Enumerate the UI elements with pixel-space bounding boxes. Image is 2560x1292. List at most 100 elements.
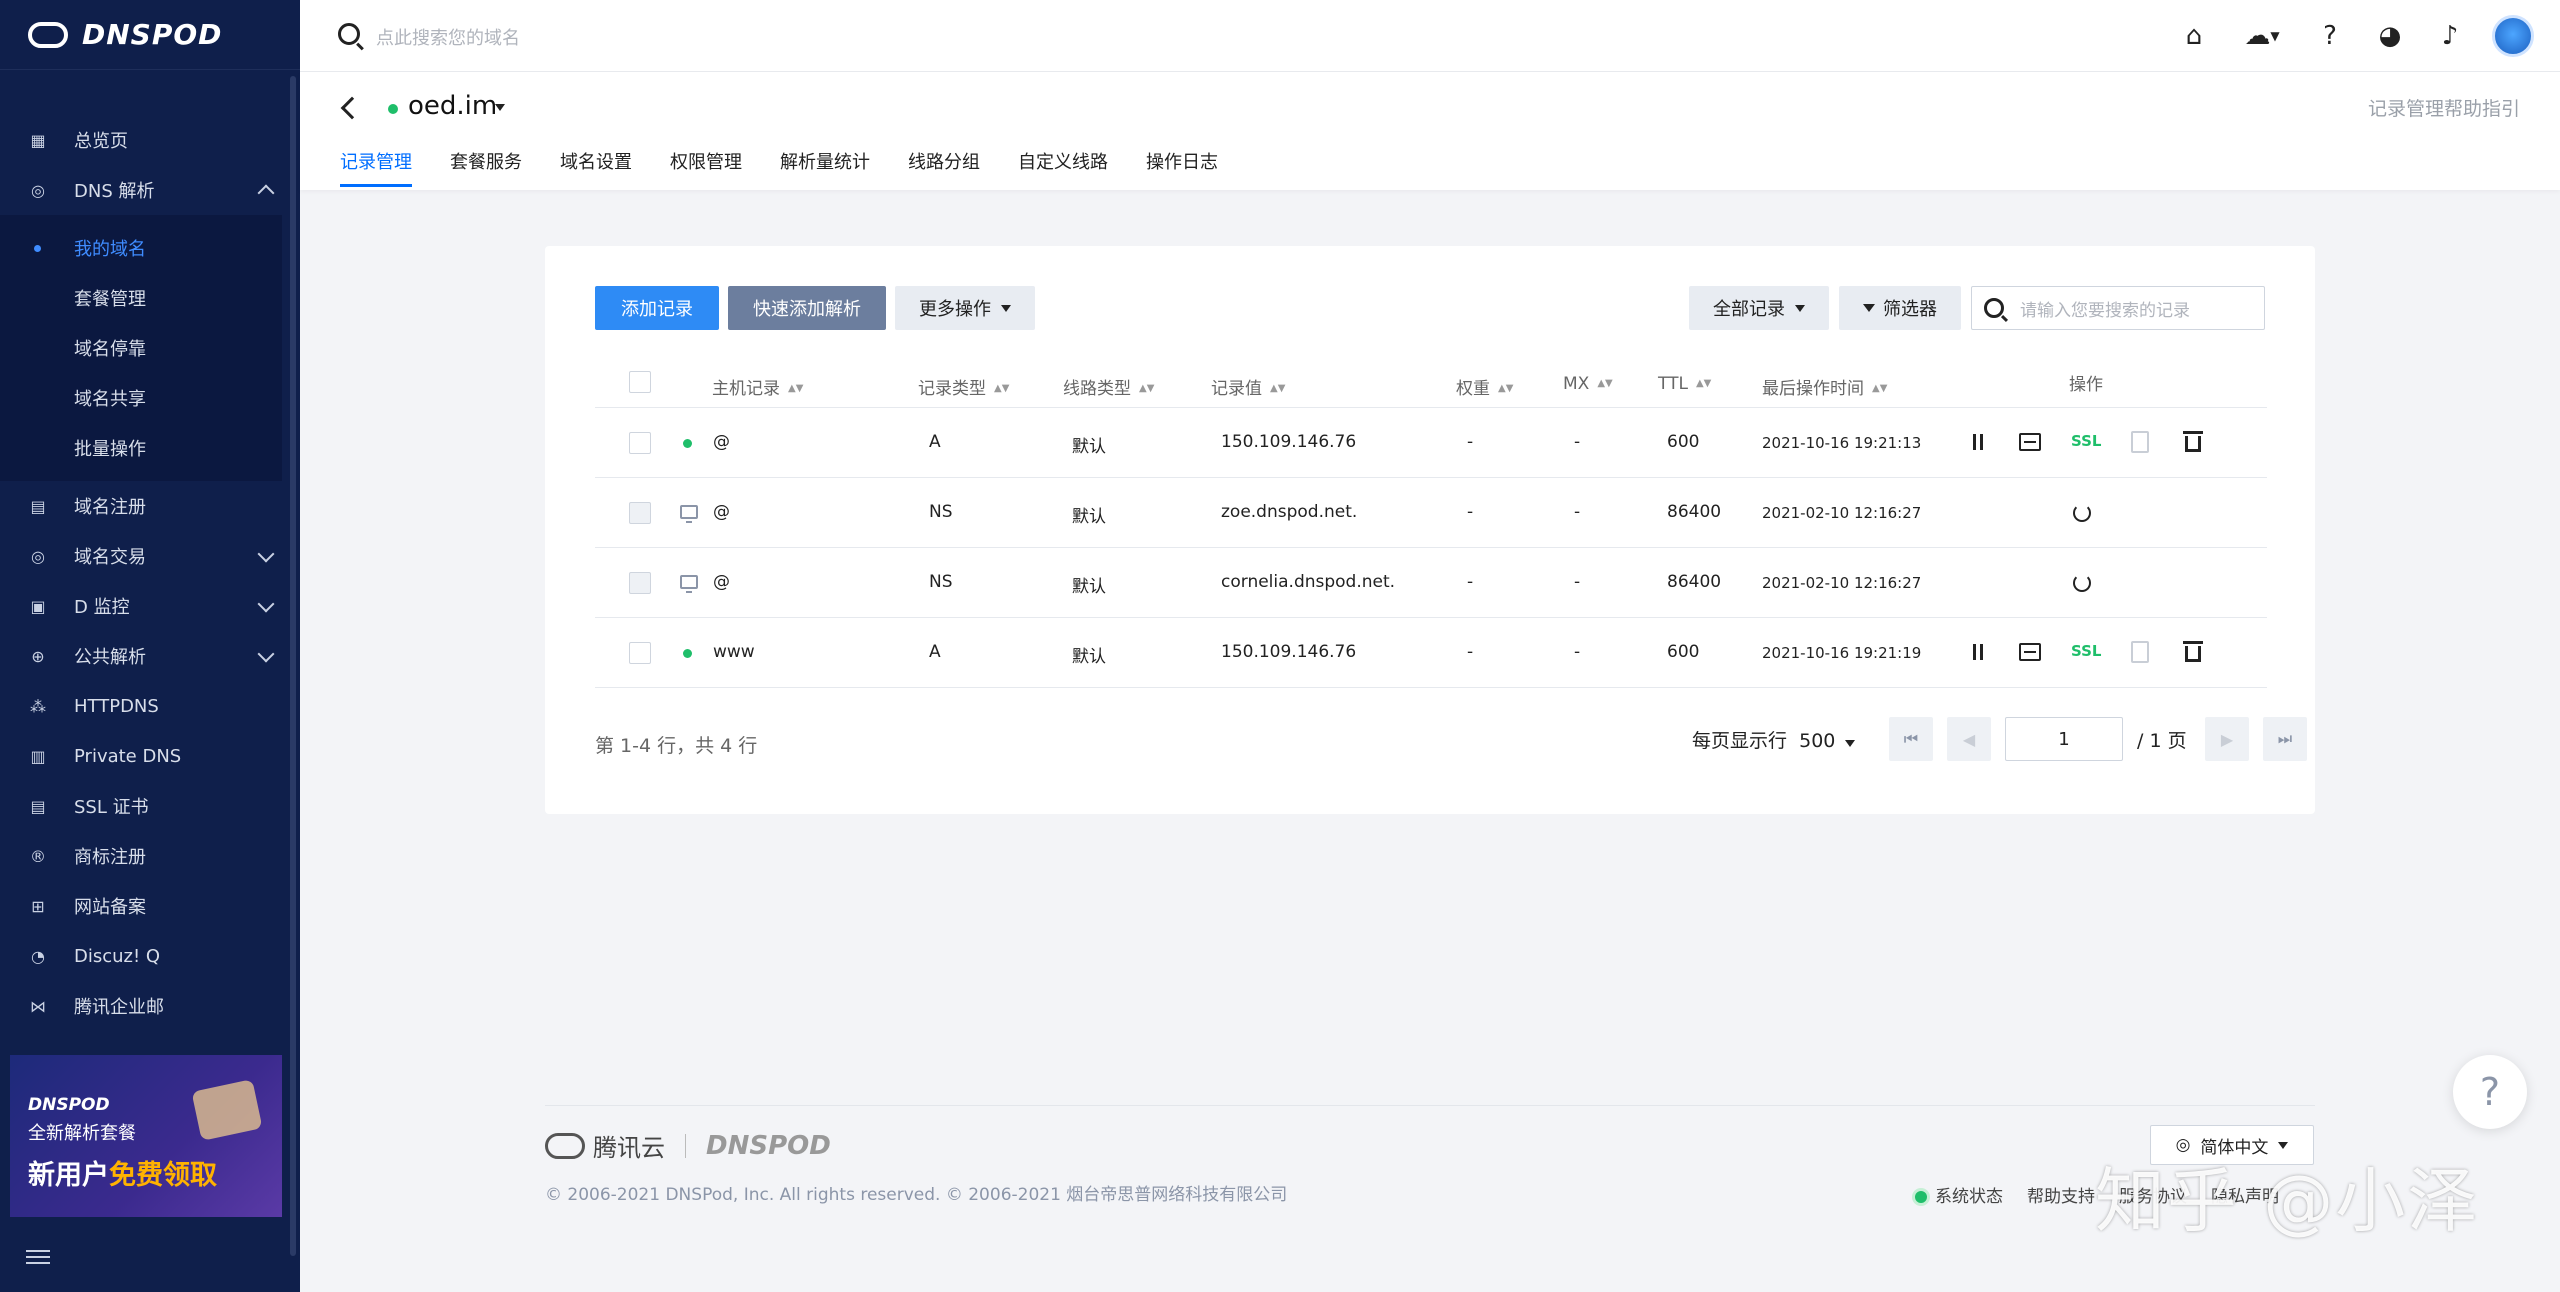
tab-permissions[interactable]: 权限管理 bbox=[670, 148, 742, 184]
ssl-icon[interactable]: SSL bbox=[2071, 642, 2102, 660]
top-icons: ⌂ ☁ ▼ ? ◕ ♪ bbox=[2176, 0, 2560, 72]
all-records-select[interactable]: 全部记录 bbox=[1689, 286, 1829, 330]
row-checkbox[interactable] bbox=[629, 432, 651, 454]
col-type[interactable]: 记录类型 ▲▼ bbox=[918, 374, 1009, 399]
sidebar-item-packages[interactable]: 套餐管理 bbox=[0, 273, 282, 323]
col-ops: 操作 bbox=[2069, 375, 2103, 395]
sidebar-item-domain-trade[interactable]: ◎ 域名交易 bbox=[0, 531, 300, 581]
col-weight[interactable]: 权重 ▲▼ bbox=[1456, 374, 1513, 399]
add-record-button[interactable]: 添加记录 bbox=[595, 286, 719, 330]
home-icon[interactable]: ⌂ bbox=[2176, 18, 2212, 54]
tab-logs[interactable]: 操作日志 bbox=[1146, 148, 1218, 184]
tab-stats[interactable]: 解析量统计 bbox=[780, 148, 870, 184]
total-pages: / 1 页 bbox=[2137, 730, 2187, 752]
help-support-link[interactable]: 帮助支持 bbox=[2027, 1182, 2095, 1207]
cell-value[interactable]: 150.109.146.76 bbox=[1221, 432, 1356, 452]
cell-host[interactable]: www bbox=[713, 642, 755, 662]
brand-logo[interactable]: DNSPOD bbox=[0, 0, 300, 70]
sidebar-item-exmail[interactable]: ⋈ 腾讯企业邮 bbox=[0, 981, 300, 1031]
cell-host[interactable]: @ bbox=[713, 432, 730, 452]
select-all-checkbox[interactable] bbox=[629, 371, 651, 393]
sidebar-scrollbar[interactable] bbox=[290, 76, 296, 1256]
footer-dnspod: DNSPOD bbox=[706, 1130, 831, 1161]
delete-icon[interactable] bbox=[2183, 431, 2203, 453]
col-line[interactable]: 线路类型 ▲▼ bbox=[1063, 374, 1154, 399]
sidebar-item-label: DNS 解析 bbox=[74, 181, 155, 202]
monitor-record-icon[interactable] bbox=[2019, 643, 2041, 661]
domain-tabs: 记录管理 套餐服务 域名设置 权限管理 解析量统计 线路分组 自定义线路 操作日… bbox=[340, 148, 1256, 187]
domain-search-input[interactable]: 点此搜索您的域名 bbox=[376, 24, 520, 50]
bell-icon[interactable]: ♪ bbox=[2432, 18, 2468, 54]
sidebar-item-httpdns[interactable]: ⁂ HTTPDNS bbox=[0, 681, 300, 731]
promo-banner[interactable]: DNSPOD 全新解析套餐 新用户免费领取 bbox=[10, 1055, 282, 1217]
search-icon[interactable] bbox=[338, 23, 360, 45]
delete-icon[interactable] bbox=[2183, 641, 2203, 663]
monitor-record-icon[interactable] bbox=[2019, 433, 2041, 451]
refresh-icon[interactable] bbox=[2073, 574, 2091, 592]
sidebar-item-trademark[interactable]: ® 商标注册 bbox=[0, 831, 300, 881]
sidebar-item-ssl[interactable]: ▤ SSL 证书 bbox=[0, 781, 300, 831]
tab-domain-settings[interactable]: 域名设置 bbox=[560, 148, 632, 184]
copyright-text: © 2006-2021 DNSPod, Inc. All rights rese… bbox=[545, 1185, 1288, 1205]
tab-custom-lines[interactable]: 自定义线路 bbox=[1018, 148, 1108, 184]
page-number-input[interactable]: 1 bbox=[2005, 717, 2123, 761]
pause-icon[interactable] bbox=[1973, 434, 1983, 450]
next-page-button[interactable]: ▶ bbox=[2205, 717, 2249, 761]
sidebar-item-overview[interactable]: ▦ 总览页 bbox=[0, 115, 300, 165]
cloud-menu-icon[interactable]: ☁ ▼ bbox=[2236, 18, 2288, 54]
cell-host[interactable]: @ bbox=[713, 502, 730, 522]
sidebar-item-dns[interactable]: ◎ DNS 解析 bbox=[0, 165, 300, 215]
col-ttl[interactable]: TTL ▲▼ bbox=[1658, 374, 1711, 394]
page-size-select[interactable]: 每页显示行 500 bbox=[1692, 726, 1856, 753]
help-guide-link[interactable]: 记录管理帮助指引 bbox=[2368, 94, 2520, 121]
sidebar-item-domain-sharing[interactable]: 域名共享 bbox=[0, 373, 282, 423]
tab-line-groups[interactable]: 线路分组 bbox=[908, 148, 980, 184]
sidebar-item-private-dns[interactable]: ▥ Private DNS bbox=[0, 731, 300, 781]
avatar[interactable] bbox=[2492, 15, 2534, 57]
col-mx[interactable]: MX ▲▼ bbox=[1563, 374, 1613, 394]
refresh-icon[interactable] bbox=[2073, 504, 2091, 522]
first-page-button[interactable]: ⏮ bbox=[1889, 717, 1933, 761]
ssl-icon[interactable]: SSL bbox=[2071, 432, 2102, 450]
sidebar-item-discuz[interactable]: ◔ Discuz! Q bbox=[0, 931, 300, 981]
tab-package[interactable]: 套餐服务 bbox=[450, 148, 522, 184]
cell-line: 默认 bbox=[1072, 577, 1106, 597]
sidebar-item-public-dns[interactable]: ⊕ 公共解析 bbox=[0, 631, 300, 681]
domain-caret-icon[interactable] bbox=[495, 104, 505, 111]
record-search-input[interactable]: 请输入您要搜索的记录 bbox=[1971, 286, 2265, 330]
col-time[interactable]: 最后操作时间 ▲▼ bbox=[1762, 374, 1887, 399]
sidebar-item-label: 网站备案 bbox=[74, 897, 146, 918]
sidebar-item-icp[interactable]: ⊞ 网站备案 bbox=[0, 881, 300, 931]
system-status-link[interactable]: 系统状态 bbox=[1915, 1182, 2003, 1207]
row-checkbox[interactable] bbox=[629, 642, 651, 664]
col-value[interactable]: 记录值 ▲▼ bbox=[1211, 374, 1285, 399]
sidebar-item-domain-register[interactable]: ▤ 域名注册 bbox=[0, 481, 300, 531]
prev-page-button[interactable]: ◀ bbox=[1947, 717, 1991, 761]
promo-line2a: 新用户 bbox=[28, 1160, 109, 1191]
cell-value[interactable]: zoe.dnspod.net. bbox=[1221, 502, 1357, 522]
quick-add-button[interactable]: 快速添加解析 bbox=[728, 286, 886, 330]
more-actions-button[interactable]: 更多操作 bbox=[895, 286, 1035, 330]
sidebar-item-domain-parking[interactable]: 域名停靠 bbox=[0, 323, 282, 373]
cell-host[interactable]: @ bbox=[713, 572, 730, 592]
last-page-button[interactable]: ⏭ bbox=[2263, 717, 2307, 761]
floating-help-button[interactable]: ? bbox=[2453, 1055, 2527, 1129]
tab-records[interactable]: 记录管理 bbox=[340, 148, 412, 187]
cell-value[interactable]: cornelia.dnspod.net. bbox=[1221, 572, 1395, 592]
sidebar-item-d-monitor[interactable]: ▣ D 监控 bbox=[0, 581, 300, 631]
table-row: @ NS 默认 zoe.dnspod.net. - - 86400 2021-0… bbox=[595, 478, 2267, 548]
wechat-icon[interactable]: ◕ bbox=[2372, 18, 2408, 54]
sidebar-item-batch-ops[interactable]: 批量操作 bbox=[0, 423, 282, 473]
row-checkbox bbox=[629, 502, 651, 524]
col-host[interactable]: 主机记录 ▲▼ bbox=[712, 374, 803, 399]
sidebar-item-my-domains[interactable]: 我的域名 bbox=[0, 223, 282, 273]
note-icon bbox=[2131, 641, 2149, 663]
back-icon[interactable] bbox=[340, 96, 364, 120]
domain-name[interactable]: oed.im bbox=[408, 91, 497, 121]
filter-button[interactable]: 筛选器 bbox=[1839, 286, 1961, 330]
cell-value[interactable]: 150.109.146.76 bbox=[1221, 642, 1356, 662]
brand-name: DNSPOD bbox=[82, 18, 223, 51]
pause-icon[interactable] bbox=[1973, 644, 1983, 660]
help-icon[interactable]: ? bbox=[2312, 18, 2348, 54]
collapse-menu-icon[interactable] bbox=[26, 1246, 50, 1266]
